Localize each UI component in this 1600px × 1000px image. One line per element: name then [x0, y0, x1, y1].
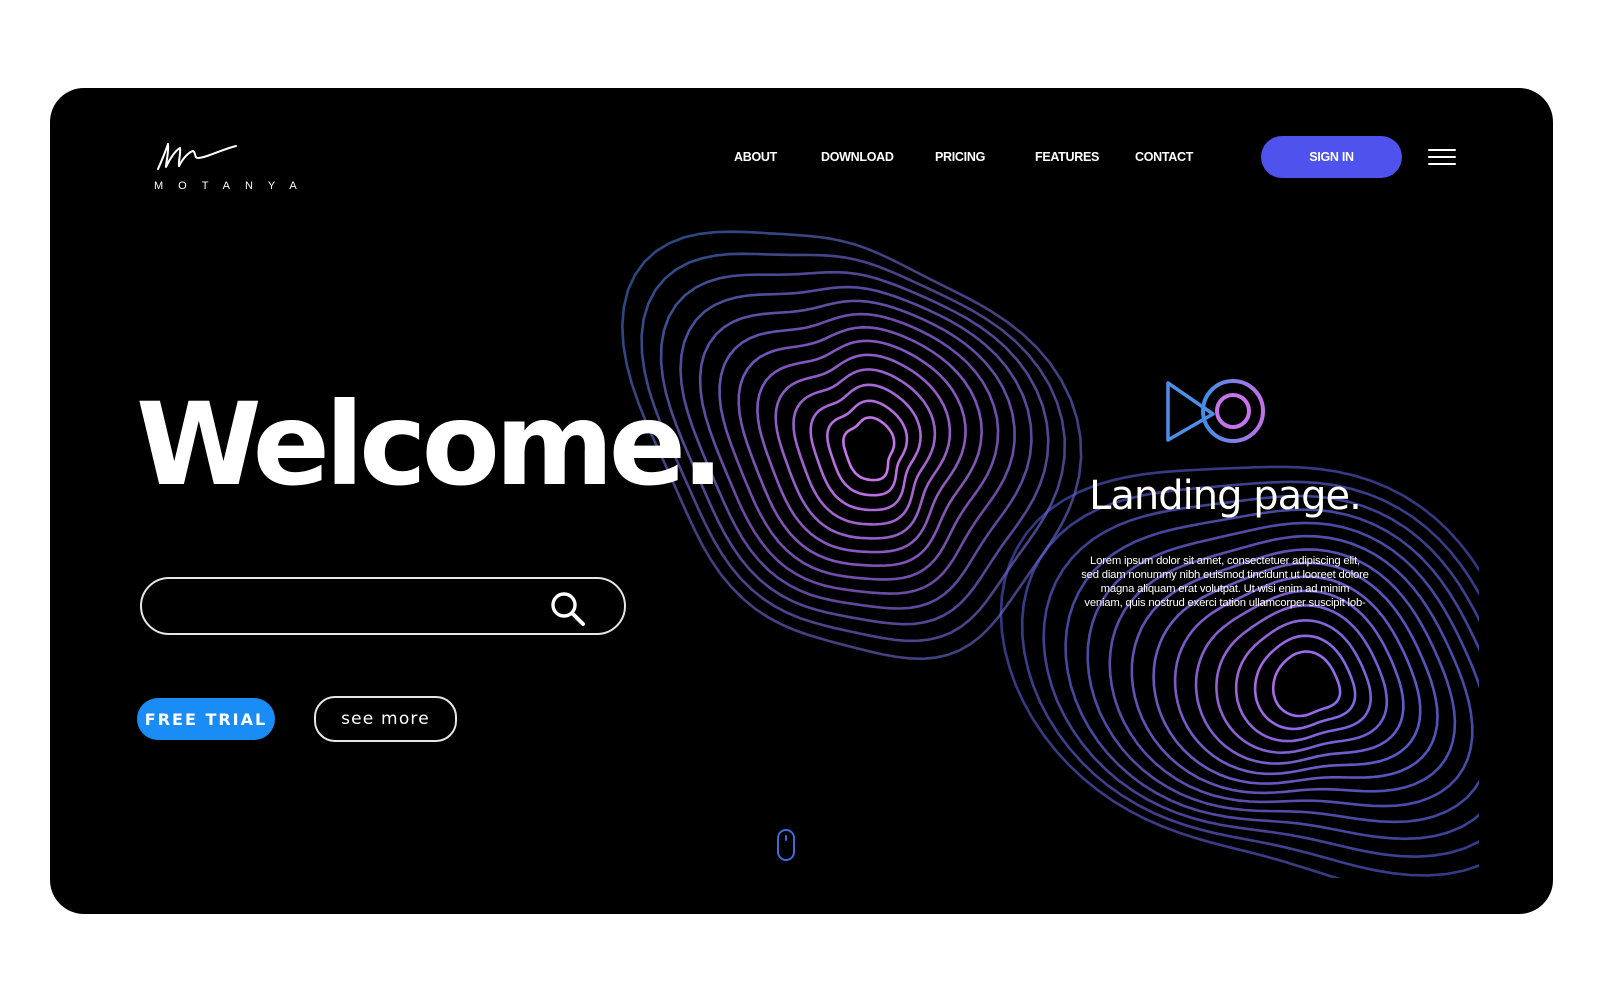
contour-ring	[1271, 650, 1342, 718]
sign-in-button[interactable]: SIGN IN	[1261, 136, 1402, 178]
see-more-button[interactable]: see more	[314, 696, 457, 742]
landing-description-line: magna aliquam erat volutpat. Ut wisi eni…	[1100, 583, 1350, 595]
landing-description: Lorem ipsum dolor sit amet, consectetuer…	[1065, 554, 1385, 610]
landing-description-line: Lorem ipsum dolor sit amet, consectetuer…	[1090, 555, 1360, 567]
search-bar[interactable]	[140, 577, 626, 635]
landing-description-line: veniam, quis nostrud exerci tation ullam…	[1084, 597, 1366, 609]
contour-ring	[999, 465, 1479, 878]
contour-ring	[842, 416, 896, 482]
hero-title: Welcome.	[136, 378, 724, 511]
search-icon[interactable]	[548, 589, 588, 629]
hamburger-menu-icon[interactable]	[1428, 149, 1458, 167]
signature-m-logo	[157, 143, 237, 170]
brand-name: MOTANYA	[154, 180, 312, 192]
contour-ring	[809, 383, 922, 512]
nav-download[interactable]: DOWNLOAD	[821, 150, 894, 164]
contour-ring	[1215, 604, 1389, 755]
search-input[interactable]	[166, 587, 540, 627]
nav-about[interactable]: ABOUT	[734, 150, 777, 164]
mouse-scroll-icon[interactable]	[776, 828, 796, 862]
contour-ring	[825, 399, 909, 497]
landing-description-line: sed diam nonummy nibh euismod tincidunt …	[1081, 569, 1369, 581]
free-trial-button[interactable]: FREE TRIAL	[137, 698, 275, 740]
play-circle-logo	[1166, 379, 1265, 443]
brand-logo[interactable]: MOTANYA	[154, 136, 304, 196]
contour-ring	[718, 312, 1000, 581]
nav-features[interactable]: FEATURES	[1035, 150, 1099, 164]
nav-contact[interactable]: CONTACT	[1135, 150, 1193, 164]
contour-ring	[1194, 589, 1405, 765]
contour-ring	[774, 353, 952, 540]
contour-ring	[737, 325, 984, 568]
nav-pricing[interactable]: PRICING	[935, 150, 985, 164]
landing-title: Landing page.	[1089, 473, 1362, 519]
landing-page-frame: MOTANYA ABOUT DOWNLOAD PRICING FEATURES …	[50, 88, 1553, 914]
